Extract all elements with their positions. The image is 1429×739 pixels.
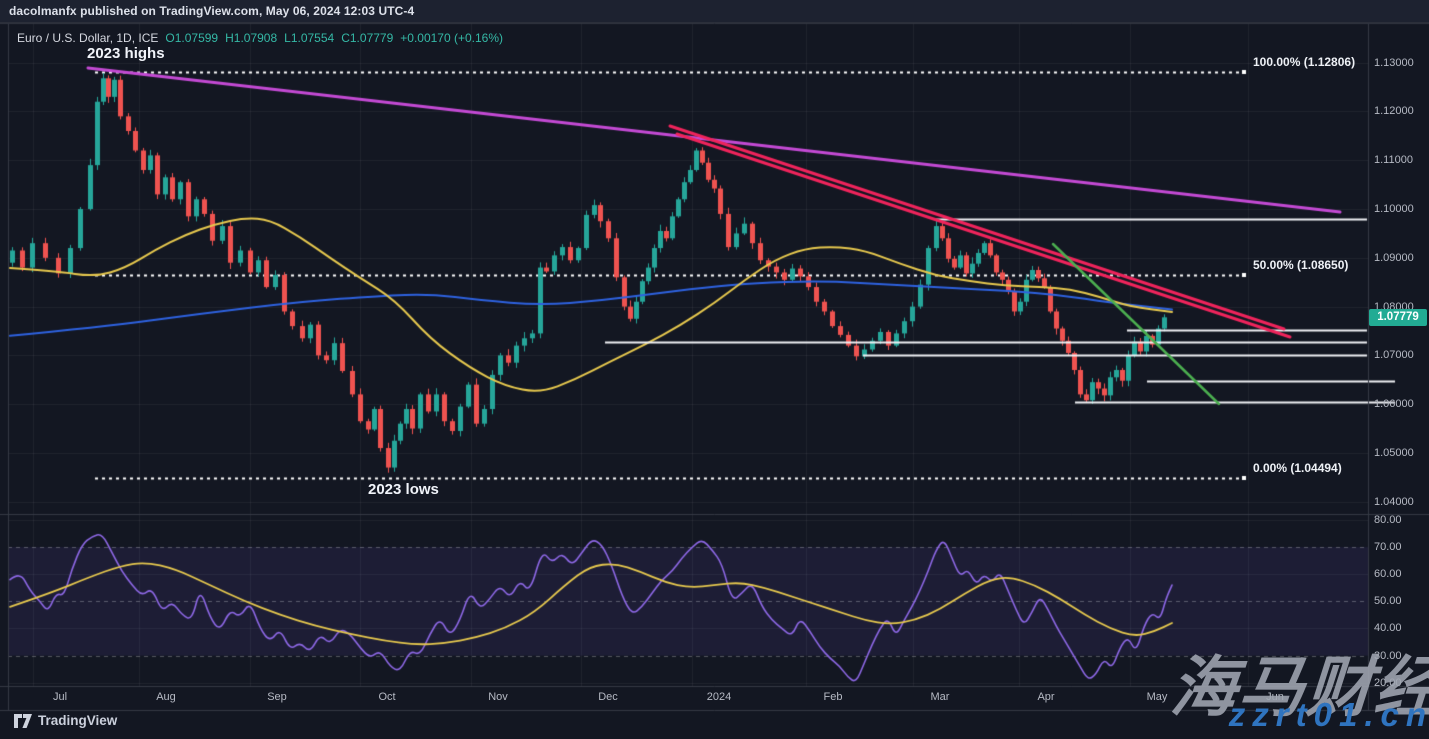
watermark-url: zzrt01.cn <box>1229 696 1429 734</box>
price-axis[interactable] <box>1368 24 1429 710</box>
tradingview-chart-page: dacolmanfx published on TradingView.com,… <box>0 0 1429 739</box>
time-axis[interactable] <box>0 686 1368 710</box>
annotation-2023-highs: 2023 highs <box>87 45 165 62</box>
legend-ohlc-value: L1.07554 <box>284 31 334 45</box>
chart-canvas[interactable] <box>0 0 1429 739</box>
chart-legend[interactable]: Euro / U.S. Dollar, 1D, ICE O1.07599 H1.07… <box>17 31 503 45</box>
fib-level-label: 0.00% (1.04494) <box>1253 461 1342 475</box>
tradingview-logo-icon <box>14 714 32 728</box>
symbol-title: Euro / U.S. Dollar, 1D, ICE <box>17 31 158 45</box>
annotation-2023-lows: 2023 lows <box>368 481 439 498</box>
fib-level-label: 100.00% (1.12806) <box>1253 55 1355 69</box>
tradingview-logo[interactable]: TradingView <box>14 713 117 728</box>
legend-ohlc-value: +0.00170 (+0.16%) <box>400 31 503 45</box>
legend-ohlc-value: C1.07779 <box>341 31 393 45</box>
legend-ohlc-value: O1.07599 <box>165 31 218 45</box>
fib-level-label: 50.00% (1.08650) <box>1253 258 1348 272</box>
tradingview-logo-text: TradingView <box>38 713 117 728</box>
legend-ohlc-value: H1.07908 <box>225 31 277 45</box>
